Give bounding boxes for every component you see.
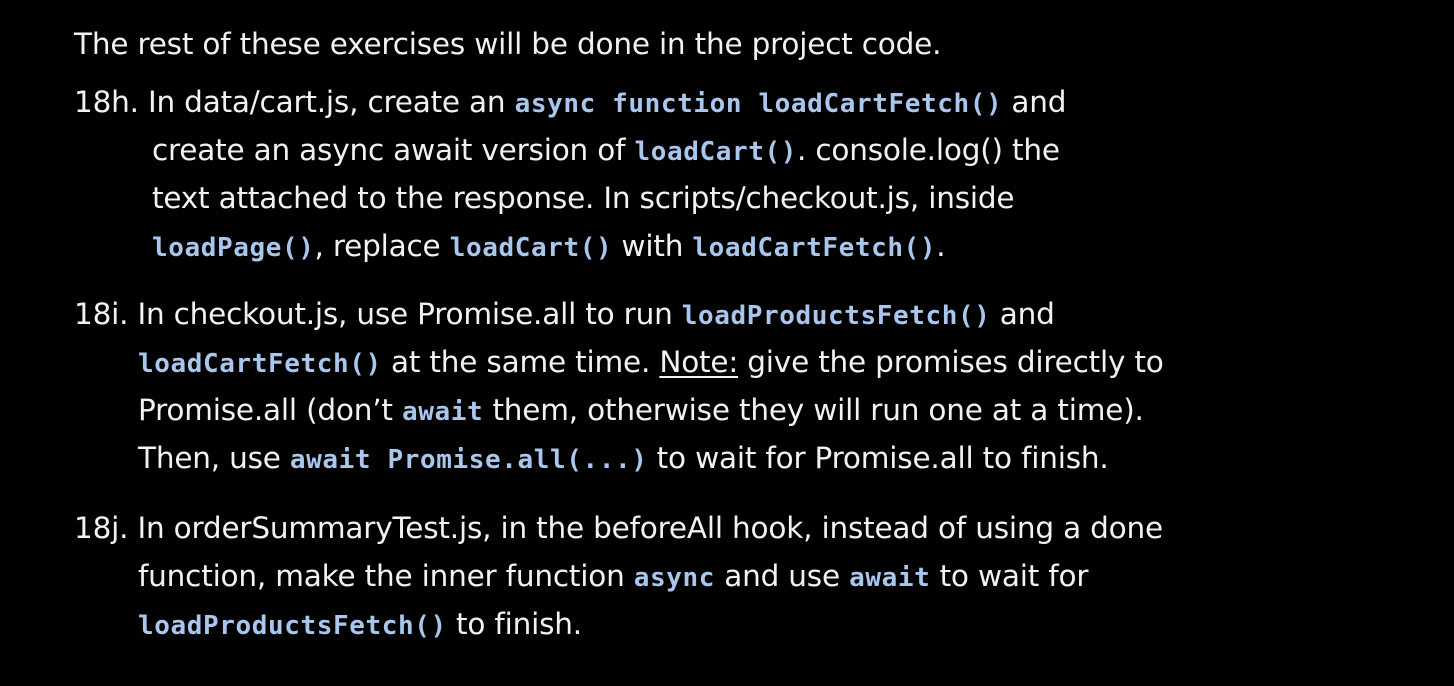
code-snippet: async [633,563,716,593]
exercise-18h-line-2: create an async await version of loadCar… [152,126,1060,174]
code-snippet: loadCartFetch() [692,233,937,263]
code-snippet: loadPage() [152,233,315,263]
exercise-18j-label: 18j. [74,511,129,545]
code-snippet: await [401,397,484,427]
exercise-text: to wait for Promise.all to finish. [647,441,1109,475]
slide: The rest of these exercises will be done… [0,0,1454,686]
code-snippet: loadProductsFetch() [138,611,447,641]
exercise-18i-label: 18i. [74,297,129,331]
exercise-18h-line-1: 18h. In data/cart.js, create an async fu… [74,78,1067,126]
exercise-text: Then, use [138,441,290,475]
code-snippet: loadCart() [449,233,613,263]
exercise-text: . console.log() the [796,133,1060,167]
exercise-text: In checkout.js, use Promise.all to run [128,297,682,331]
exercise-18j-line-3: loadProductsFetch() to finish. [138,600,582,648]
exercise-18h-line-3: text attached to the response. In script… [152,174,1015,222]
exercise-18i-line-4: Then, use await Promise.all(...) to wait… [138,434,1109,482]
exercise-18i-line-1: 18i. In checkout.js, use Promise.all to … [74,290,1055,338]
exercise-18j-line-1: 18j. In orderSummaryTest.js, in the befo… [74,504,1163,552]
exercise-text: with [612,229,693,263]
exercise-text: at the same time. [381,345,660,379]
exercise-text: Promise.all (don’t [138,393,402,427]
exercise-18h-label: 18h. [74,85,139,119]
code-snippet: loadCartFetch() [138,349,382,379]
note-label: Note: [659,345,739,379]
exercise-text: and [1002,85,1067,119]
exercise-text: to wait for [930,559,1089,593]
code-snippet: async function loadCartFetch() [514,89,1003,119]
exercise-text: create an async await version of [152,133,635,167]
exercise-text: and [990,297,1055,331]
exercise-text: , replace [314,229,450,263]
exercise-18i-line-3: Promise.all (don’t await them, otherwise… [138,386,1144,434]
exercise-text: give the promises directly to [738,345,1164,379]
code-snippet: loadCart() [634,137,797,167]
code-snippet: loadProductsFetch() [681,301,991,331]
exercise-text: and use [715,559,850,593]
exercise-text: them, otherwise they will run one at a t… [483,393,1144,427]
intro-label: The rest of these exercises will be done… [74,27,942,61]
exercise-text: In orderSummaryTest.js, in the beforeAll… [128,511,1163,545]
exercise-text: text attached to the response. In script… [152,181,1015,215]
code-snippet: await [849,563,931,593]
exercise-18j-line-2: function, make the inner function async … [138,552,1088,600]
exercise-18i-line-2: loadCartFetch() at the same time. Note: … [138,338,1164,386]
exercise-text: . [936,229,946,263]
intro-text: The rest of these exercises will be done… [74,20,941,68]
exercise-text: to finish. [446,607,582,641]
exercise-text: function, make the inner function [138,559,634,593]
exercise-18h-line-4: loadPage(), replace loadCart() with load… [152,222,946,270]
code-snippet: await Promise.all(...) [289,445,648,475]
exercise-text: In data/cart.js, create an [138,85,515,119]
